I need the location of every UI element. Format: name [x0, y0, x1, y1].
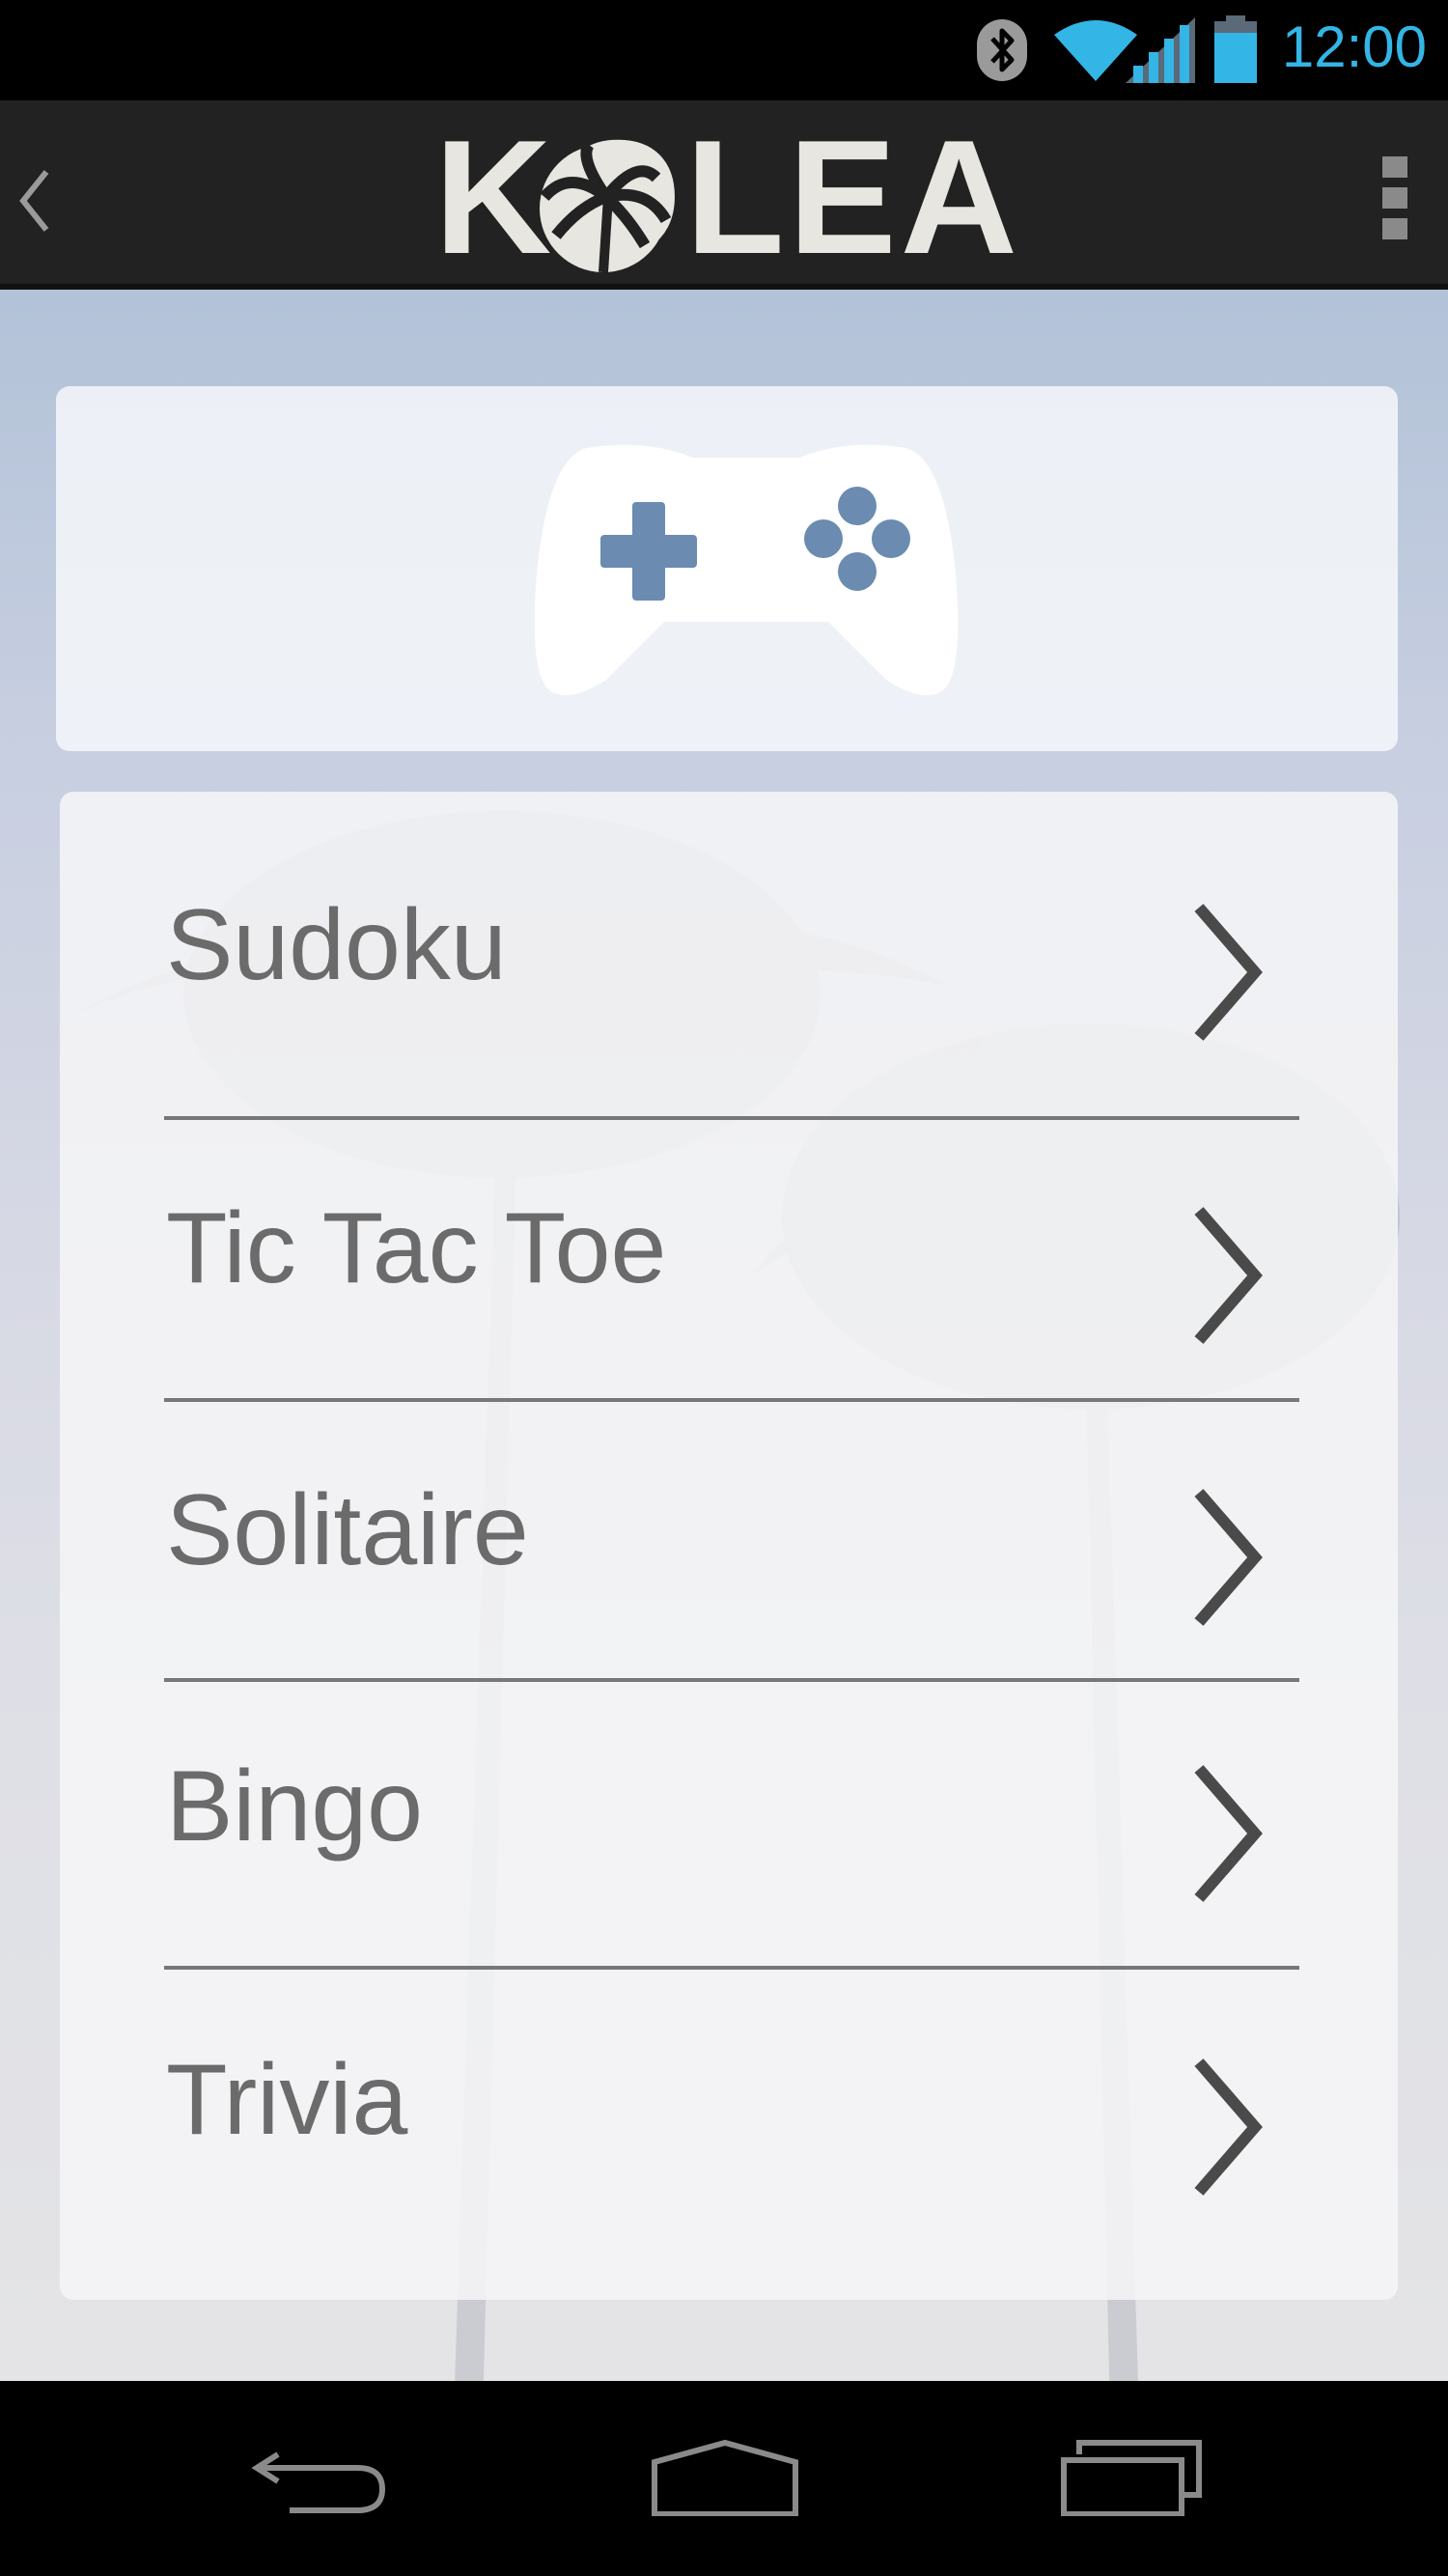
list-item-label: Solitaire — [166, 1474, 529, 1586]
content-area: Sudoku Tic Tac Toe Solitaire Bingo Trivia — [0, 290, 1448, 2381]
recents-icon[interactable] — [1060, 2439, 1203, 2516]
overflow-menu-icon[interactable] — [1380, 154, 1409, 241]
chevron-right-icon — [1194, 2058, 1263, 2196]
navigation-bar — [0, 2381, 1448, 2576]
list-item-trivia[interactable]: Trivia — [60, 1966, 1398, 2300]
chevron-right-icon — [1194, 1489, 1263, 1626]
divider — [164, 1678, 1299, 1682]
home-icon[interactable] — [651, 2439, 799, 2516]
chevron-right-icon — [1194, 1207, 1263, 1344]
divider — [164, 1398, 1299, 1402]
palm-logo-icon — [540, 141, 672, 273]
bluetooth-icon — [977, 19, 1027, 81]
status-bar: 12:00 — [0, 0, 1448, 100]
battery-icon — [1214, 15, 1257, 83]
chevron-right-icon — [1194, 904, 1263, 1041]
game-controller-icon — [534, 444, 959, 696]
divider — [164, 1116, 1299, 1120]
list-item-tic-tac-toe[interactable]: Tic Tac Toe — [60, 1116, 1398, 1398]
signal-icon — [1126, 17, 1195, 83]
action-bar: KOLEA — [0, 100, 1448, 290]
logo-text: KOLEA — [434, 106, 1021, 288]
chevron-right-icon — [1194, 1765, 1263, 1902]
list-item-label: Sudoku — [166, 889, 507, 1001]
divider — [164, 1966, 1299, 1970]
games-list: Sudoku Tic Tac Toe Solitaire Bingo Trivia — [60, 792, 1398, 2300]
list-item-label: Tic Tac Toe — [166, 1192, 667, 1304]
list-item-bingo[interactable]: Bingo — [60, 1678, 1398, 1966]
games-header-card — [56, 386, 1398, 751]
list-item-label: Bingo — [166, 1750, 423, 1862]
status-time: 12:00 — [1281, 14, 1427, 79]
list-item-sudoku[interactable]: Sudoku — [60, 792, 1398, 1116]
list-item-solitaire[interactable]: Solitaire — [60, 1398, 1398, 1678]
list-item-label: Trivia — [166, 2044, 408, 2156]
kolea-logo: KOLEA — [434, 106, 1021, 288]
chevron-left-icon[interactable] — [14, 162, 52, 239]
back-icon[interactable] — [251, 2439, 388, 2516]
